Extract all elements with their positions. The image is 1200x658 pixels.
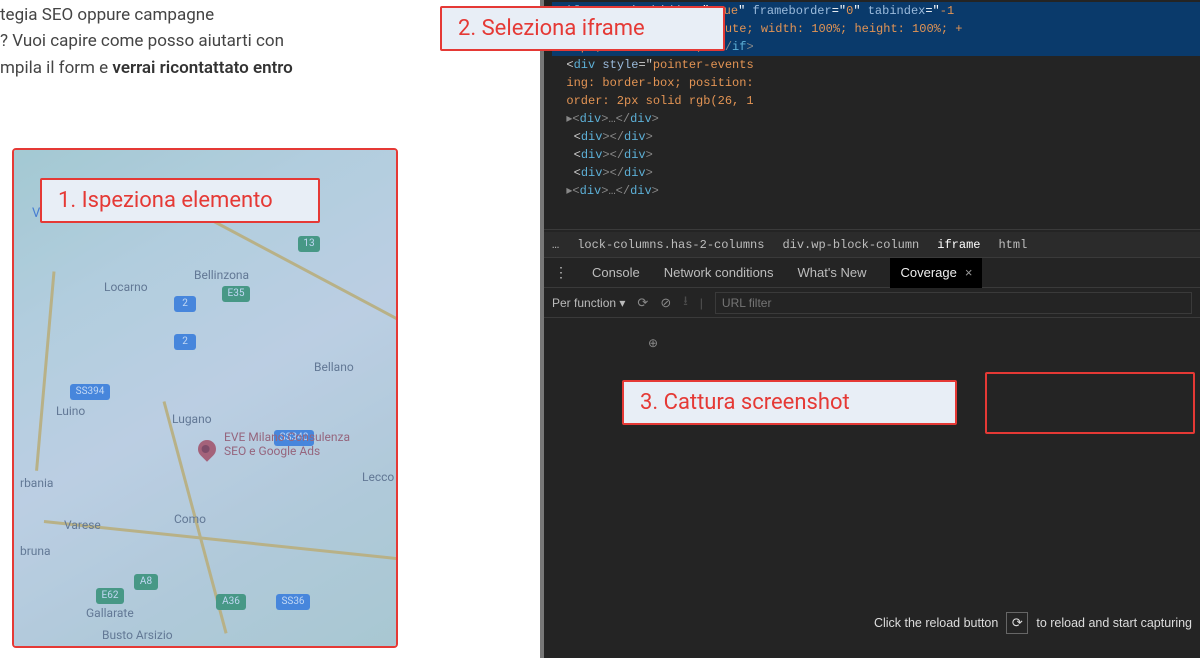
breadcrumb-item-selected[interactable]: iframe xyxy=(937,238,980,252)
dom-node-div[interactable]: ▸<div>…</div> xyxy=(552,182,1200,200)
dom-node-div[interactable]: ▸<div>…</div> xyxy=(552,110,1200,128)
dom-node-div[interactable]: <div></div> xyxy=(552,146,1200,164)
page-body-text: tegia SEO oppure campagne ? Vuoi capire … xyxy=(0,2,420,81)
annotation-step-1: 1. Ispeziona elemento xyxy=(40,178,320,223)
dom-node-div[interactable]: <div></div> xyxy=(552,128,1200,146)
breadcrumb-item[interactable]: lock-columns.has-2-columns xyxy=(577,238,764,252)
reload-icon[interactable]: ⟳ xyxy=(637,295,648,311)
coverage-reload-hint: Click the reload button ⟳ to reload and … xyxy=(874,612,1192,634)
clear-icon[interactable]: ⊘ xyxy=(660,295,671,311)
url-filter-input[interactable] xyxy=(715,292,1192,314)
drawer-menu-icon[interactable]: ⋮ xyxy=(554,264,568,281)
tab-whats-new[interactable]: What's New xyxy=(798,265,867,280)
breadcrumb-item[interactable]: … xyxy=(552,238,559,252)
tab-console[interactable]: Console xyxy=(592,265,640,280)
dom-node-div[interactable]: <div style="pointer-events xyxy=(552,56,1200,74)
map-iframe-highlight[interactable]: Visualizza mappa più grande Locarno Bell… xyxy=(12,148,398,648)
annotation-step-2: 2. Seleziona iframe xyxy=(440,6,725,51)
dom-breadcrumb[interactable]: … lock-columns.has-2-columns div.wp-bloc… xyxy=(544,232,1200,258)
target-icon: ⊕ xyxy=(648,336,658,351)
dom-node-div[interactable]: <div></div> xyxy=(552,164,1200,182)
dom-node-style: order: 2px solid rgb(26, 1 xyxy=(552,92,1200,110)
breadcrumb-item[interactable]: html xyxy=(998,238,1027,252)
per-function-dropdown[interactable]: Per function ▾ xyxy=(552,296,625,310)
dom-node-style: ing: border-box; position: xyxy=(552,74,1200,92)
page-line-3: mpila il form e verrai ricontattato entr… xyxy=(0,55,420,81)
tab-coverage[interactable]: Coverage × xyxy=(890,258,982,288)
annotation-step-3: 3. Cattura screenshot xyxy=(622,380,957,425)
tab-network-conditions[interactable]: Network conditions xyxy=(664,265,774,280)
inspect-overlay xyxy=(14,150,396,646)
close-icon[interactable]: × xyxy=(965,265,973,280)
page-line-1: tegia SEO oppure campagne xyxy=(0,2,420,28)
devtools-panel: width: 100%; height: 100%; t ▸<iframe ar… xyxy=(540,0,1200,658)
drawer-tabs: ⋮ Console Network conditions What's New … xyxy=(544,258,1200,288)
coverage-content: ⊕ Click the reload button ⟳ to reload an… xyxy=(544,318,1200,658)
page-line-2: ? Vuoi capire come posso aiutarti con xyxy=(0,28,420,54)
coverage-toolbar: Per function ▾ ⟳ ⊘ ⭳ | xyxy=(544,288,1200,318)
export-icon[interactable]: ⭳ xyxy=(683,292,688,314)
reload-button[interactable]: ⟳ xyxy=(1006,612,1028,634)
breadcrumb-item[interactable]: div.wp-block-column xyxy=(782,238,919,252)
